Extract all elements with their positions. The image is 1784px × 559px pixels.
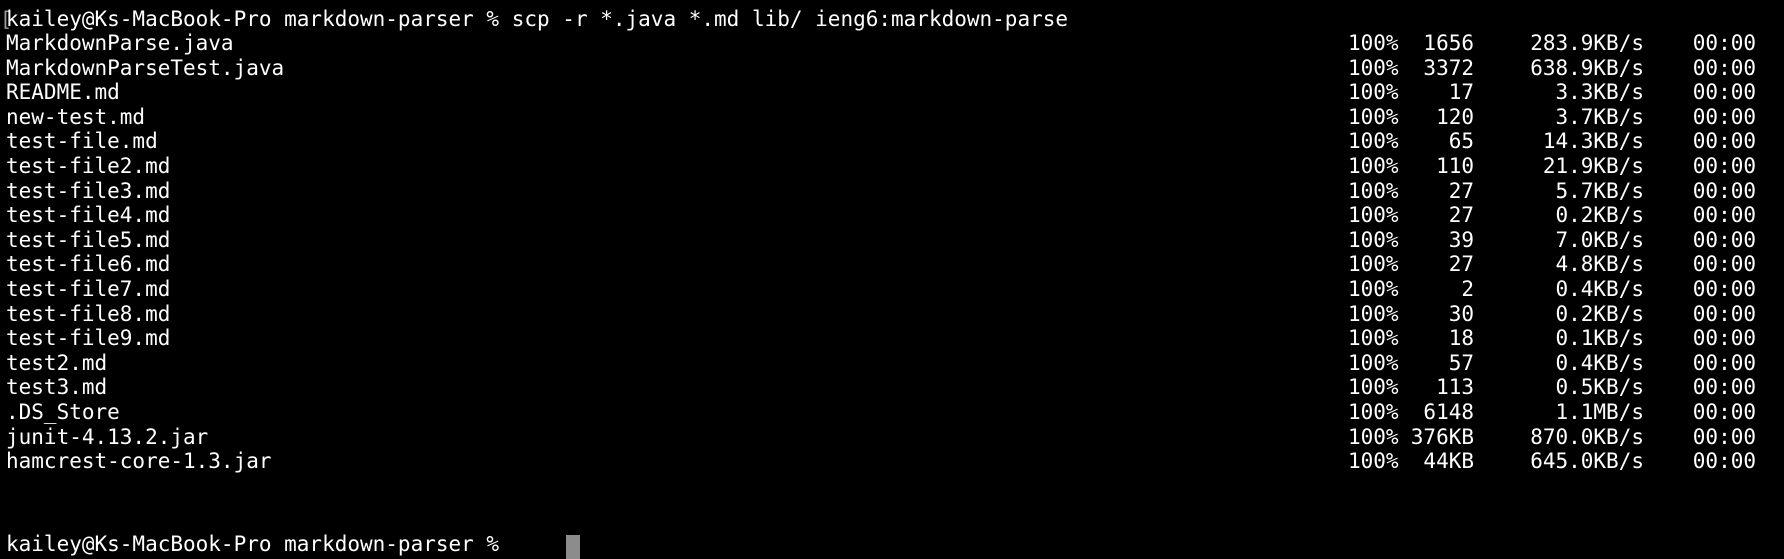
prompt-text: kailey@Ks-MacBook-Pro markdown-parser %	[6, 532, 500, 556]
transfer-row: hamcrest-core-1.3.jar 100% 44KB 645.0KB/s 00…	[0, 447, 1784, 475]
file-size: 44KB	[1423, 449, 1474, 474]
text-cursor	[566, 535, 580, 559]
terminal-window[interactable]: [ kailey@Ks-MacBook-Pro markdown-parser …	[0, 0, 1784, 559]
transfer-rate: 645.0KB/s	[1530, 449, 1644, 474]
transfer-eta: 00:00	[1692, 449, 1756, 474]
file-name: hamcrest-core-1.3.jar	[6, 449, 272, 474]
next-prompt[interactable]: kailey@Ks-MacBook-Pro markdown-parser %	[6, 530, 499, 558]
transfer-percent: 100%	[1348, 449, 1399, 474]
